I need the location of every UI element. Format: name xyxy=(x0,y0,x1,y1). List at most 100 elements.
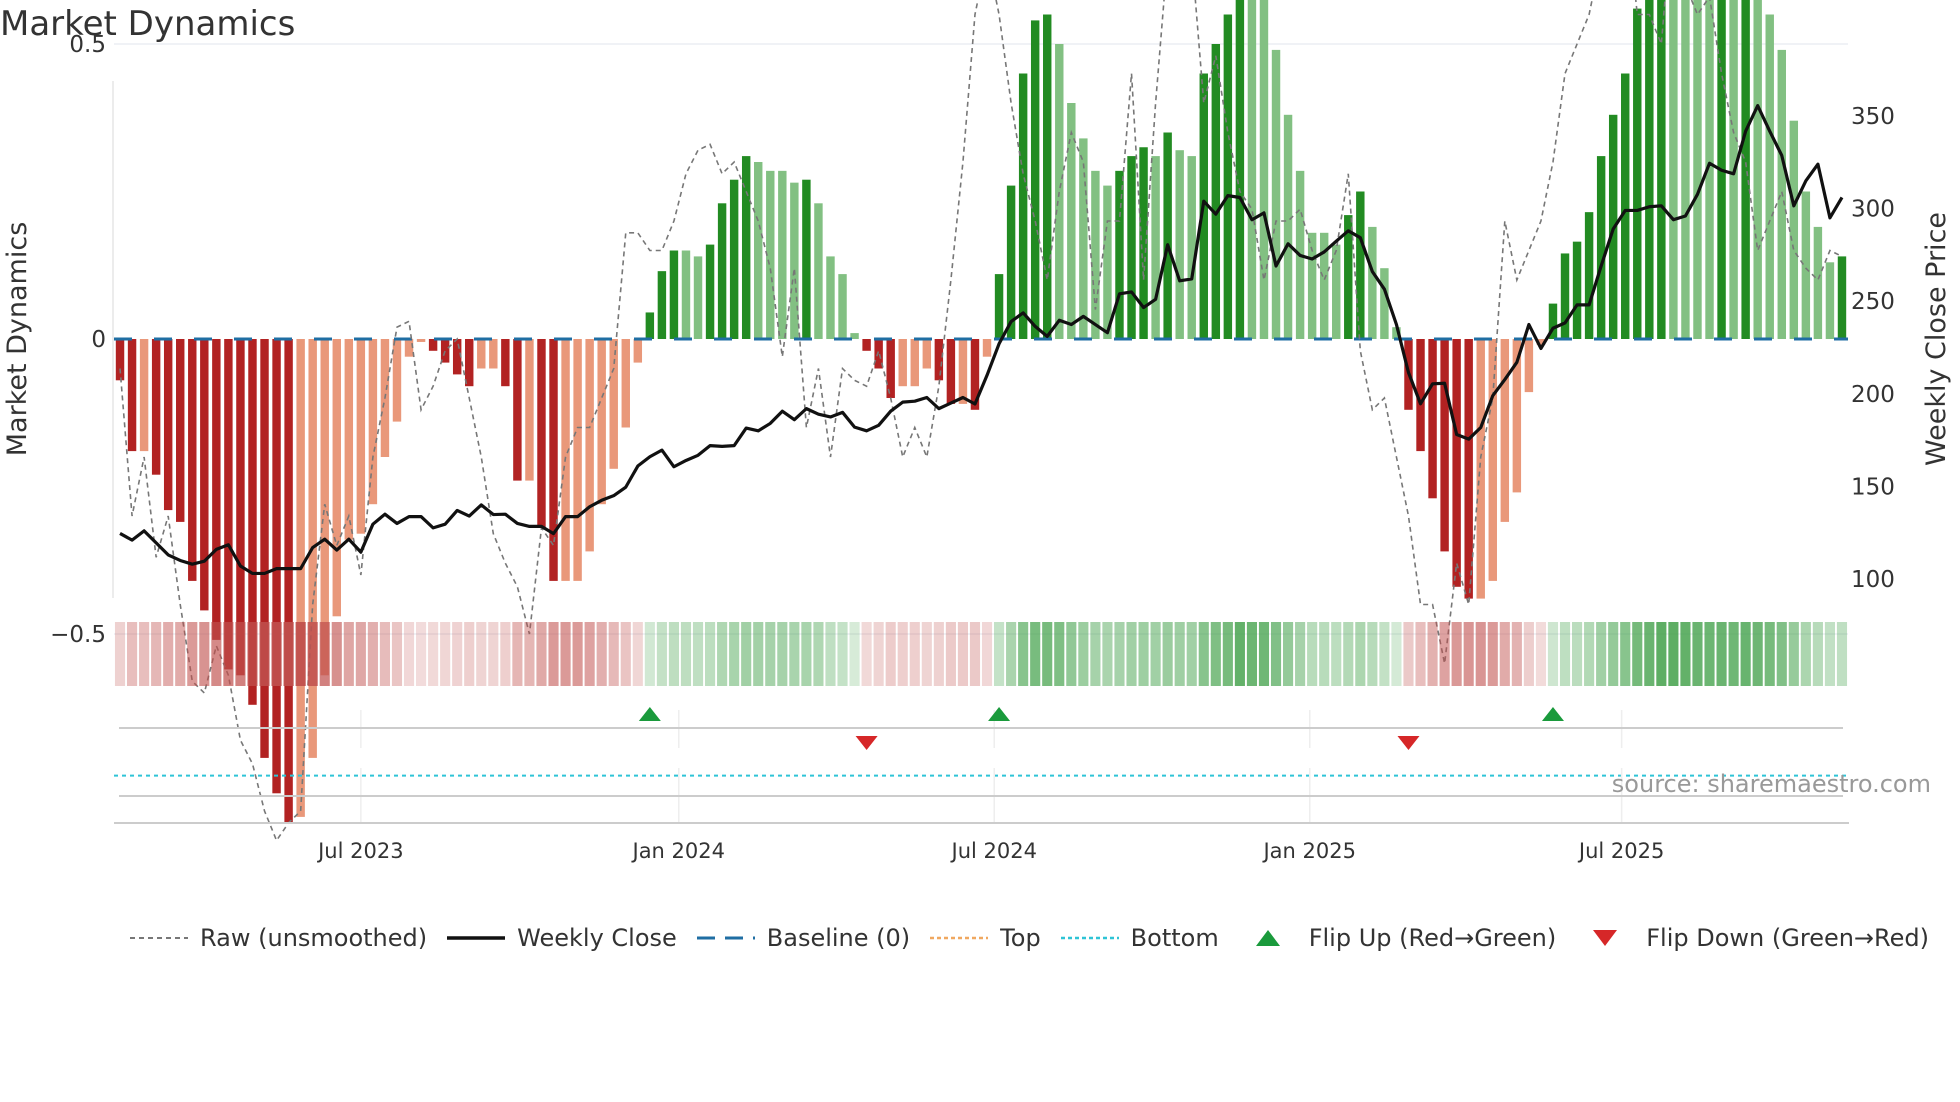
heat-cell xyxy=(1331,622,1342,686)
heat-cell xyxy=(1391,622,1402,686)
heat-cell xyxy=(428,622,439,686)
heat-cell xyxy=(1415,622,1426,686)
heat-cell xyxy=(187,622,198,686)
heat-cell xyxy=(307,622,318,686)
x-tick-label: Jan 2024 xyxy=(631,839,726,863)
heat-cell xyxy=(1138,622,1149,686)
dynamics-bar xyxy=(982,339,992,357)
y2-axis-label: Weekly Close Price xyxy=(1921,212,1952,466)
triangle-up-icon xyxy=(1255,930,1280,946)
heat-cell xyxy=(765,622,776,686)
heat-cell xyxy=(969,622,981,686)
heat-cell xyxy=(897,622,908,686)
heat-cell xyxy=(1680,622,1691,686)
heat-cell xyxy=(801,622,812,686)
dynamics-bar xyxy=(428,339,438,351)
heat-cell xyxy=(1114,622,1125,686)
dynamics-bar xyxy=(862,339,871,351)
heat-cell xyxy=(705,622,716,686)
heat-cell xyxy=(1006,622,1017,686)
heat-cell xyxy=(283,622,294,686)
heat-cell xyxy=(1427,622,1438,686)
dynamics-bar xyxy=(1753,0,1762,339)
dynamics-bar xyxy=(1428,339,1437,499)
dynamics-bar xyxy=(188,339,197,581)
dynamics-bar xyxy=(657,271,667,339)
heat-cell xyxy=(1511,622,1522,686)
dynamics-bar xyxy=(513,339,522,481)
x-tick-label: Jul 2024 xyxy=(950,839,1037,863)
y2-tick-label: 100 xyxy=(1851,567,1895,593)
heat-cell xyxy=(741,622,752,686)
dynamics-bar xyxy=(1055,44,1064,339)
legend-close-label: Weekly Close xyxy=(517,924,677,952)
heat-cell xyxy=(837,622,848,686)
dynamics-bar xyxy=(838,274,847,339)
dynamics-bar xyxy=(1741,0,1750,340)
triangle-down-icon xyxy=(1593,930,1618,946)
dynamics-bar xyxy=(1030,20,1040,340)
heat-cell xyxy=(873,622,884,686)
heat-cell xyxy=(1836,622,1848,686)
heat-cell xyxy=(452,622,463,686)
heat-cell xyxy=(343,622,354,686)
heat-cell xyxy=(1728,622,1739,686)
heat-cell xyxy=(1451,622,1462,686)
heat-cell xyxy=(416,622,427,686)
dynamics-bar xyxy=(1837,256,1847,339)
heat-cell xyxy=(777,622,788,686)
heat-cell xyxy=(825,622,836,686)
dynamics-bar xyxy=(826,256,835,339)
heat-cell xyxy=(1210,622,1221,686)
dynamics-bar xyxy=(284,339,293,823)
heat-cell xyxy=(1319,622,1330,686)
dynamics-bar xyxy=(1211,44,1221,339)
raw-unsmoothed-line xyxy=(119,0,1843,843)
dynamics-bar xyxy=(573,339,582,581)
dynamics-bar xyxy=(1368,226,1377,339)
heat-cell xyxy=(584,622,595,686)
heat-cell xyxy=(1788,622,1799,686)
source-credit: source: sharemaestro.com xyxy=(1611,770,1931,798)
dynamics-bar xyxy=(1223,14,1233,339)
heat-cell xyxy=(1632,622,1643,686)
legend-baseline-label: Baseline (0) xyxy=(766,924,911,952)
dynamics-bar xyxy=(1669,0,1678,340)
dynamics-bar xyxy=(1524,339,1534,393)
dynamics-bar xyxy=(212,339,221,640)
flip-up-marker xyxy=(638,707,661,721)
heat-cell xyxy=(885,622,896,686)
dynamics-bar xyxy=(1091,170,1100,339)
dynamics-bar xyxy=(669,250,679,339)
heat-cell xyxy=(981,622,993,686)
heat-cell xyxy=(1078,622,1089,686)
heat-cell xyxy=(1764,622,1775,686)
heat-cell xyxy=(1644,622,1655,686)
dynamics-bar xyxy=(585,339,594,552)
dynamics-bar xyxy=(151,339,161,475)
dynamics-bar xyxy=(356,339,366,534)
heat-cell xyxy=(1752,622,1763,686)
heat-cell xyxy=(1463,622,1474,686)
dynamics-bar xyxy=(1801,191,1811,339)
heat-cell xyxy=(271,622,282,686)
heat-cell xyxy=(1283,622,1294,686)
dynamics-bar xyxy=(1464,339,1473,599)
y2-tick-label: 350 xyxy=(1851,104,1895,130)
legend-bottom-label: Bottom xyxy=(1130,924,1219,952)
heat-cell xyxy=(319,622,330,686)
heat-cell xyxy=(620,622,631,686)
legend-flip-up-label: Flip Up (Red→Green) xyxy=(1308,924,1557,952)
heat-cell xyxy=(379,622,390,686)
heat-cell xyxy=(1656,622,1667,686)
heat-cell xyxy=(1547,622,1559,686)
heat-cell xyxy=(608,622,619,686)
heat-cell xyxy=(548,622,559,686)
x-tick-label: Jan 2025 xyxy=(1261,839,1356,863)
heat-cell xyxy=(849,622,860,686)
heat-cell xyxy=(1234,622,1245,686)
dynamics-bar xyxy=(802,179,811,339)
heat-cell xyxy=(717,622,728,686)
heat-cell xyxy=(1367,622,1378,686)
heat-cell xyxy=(1379,622,1390,686)
